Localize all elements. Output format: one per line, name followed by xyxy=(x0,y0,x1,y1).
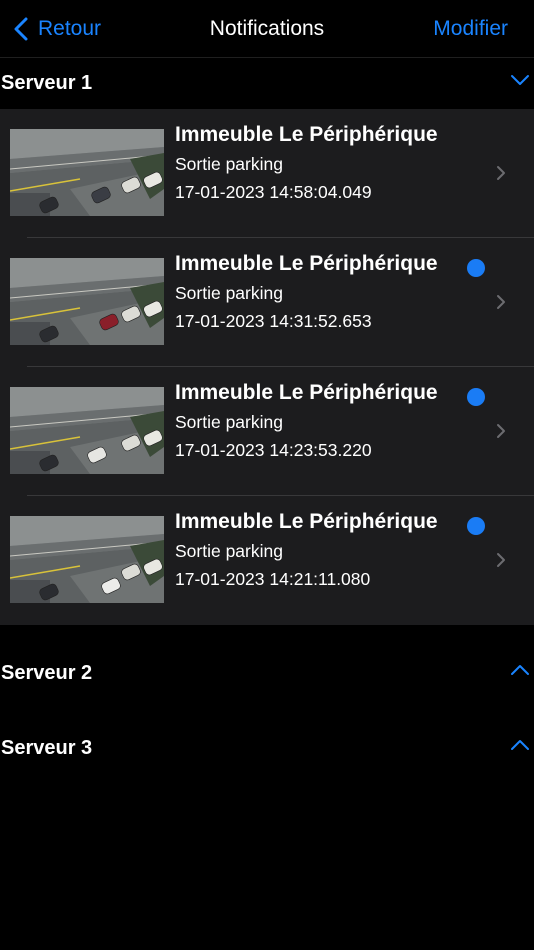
chevron-right-icon xyxy=(496,423,506,444)
camera-snapshot-thumbnail xyxy=(10,258,164,345)
chevron-right-icon xyxy=(496,552,506,573)
notification-row[interactable]: Immeuble Le Périphérique Sortie parking 17… xyxy=(0,496,534,625)
chevron-up-icon xyxy=(511,740,529,750)
notification-timestamp: 17-01-2023 14:21:11.080 xyxy=(175,569,371,589)
section-header-serveur-1[interactable]: Serveur 1 xyxy=(0,58,534,108)
unread-indicator xyxy=(467,259,485,277)
notification-row[interactable]: Immeuble Le Périphérique Sortie parking 17… xyxy=(0,238,534,367)
navigation-bar: Retour Notifications Modifier xyxy=(0,0,534,58)
chevron-up-icon xyxy=(511,665,529,675)
camera-snapshot-thumbnail xyxy=(10,129,164,216)
notification-timestamp: 17-01-2023 14:31:52.653 xyxy=(175,311,372,331)
notification-title: Immeuble Le Périphérique xyxy=(175,510,438,533)
camera-snapshot-thumbnail xyxy=(10,387,164,474)
notification-timestamp: 17-01-2023 14:58:04.049 xyxy=(175,182,372,202)
section-label: Serveur 1 xyxy=(1,71,93,94)
notification-title: Immeuble Le Périphérique xyxy=(175,252,438,275)
notification-timestamp: 17-01-2023 14:23:53.220 xyxy=(175,440,372,460)
camera-snapshot-thumbnail xyxy=(10,516,164,603)
notification-title: Immeuble Le Périphérique xyxy=(175,123,438,146)
notification-list: Immeuble Le Périphérique Sortie parking 17… xyxy=(0,109,534,625)
edit-button[interactable]: Modifier xyxy=(433,14,508,44)
unread-indicator xyxy=(467,388,485,406)
notification-subtitle: Sortie parking xyxy=(175,283,283,303)
notification-title: Immeuble Le Périphérique xyxy=(175,381,438,404)
section-header-serveur-3[interactable]: Serveur 3 xyxy=(0,723,534,773)
chevron-right-icon xyxy=(496,294,506,315)
section-label: Serveur 3 xyxy=(1,736,93,759)
unread-indicator xyxy=(467,517,485,535)
chevron-down-icon xyxy=(511,75,529,85)
chevron-right-icon xyxy=(496,165,506,186)
notification-subtitle: Sortie parking xyxy=(175,154,283,174)
notification-subtitle: Sortie parking xyxy=(175,541,283,561)
notification-row[interactable]: Immeuble Le Périphérique Sortie parking 17… xyxy=(0,367,534,496)
notification-subtitle: Sortie parking xyxy=(175,412,283,432)
section-header-serveur-2[interactable]: Serveur 2 xyxy=(0,648,534,698)
section-label: Serveur 2 xyxy=(1,661,93,684)
notification-row[interactable]: Immeuble Le Périphérique Sortie parking 17… xyxy=(0,109,534,238)
